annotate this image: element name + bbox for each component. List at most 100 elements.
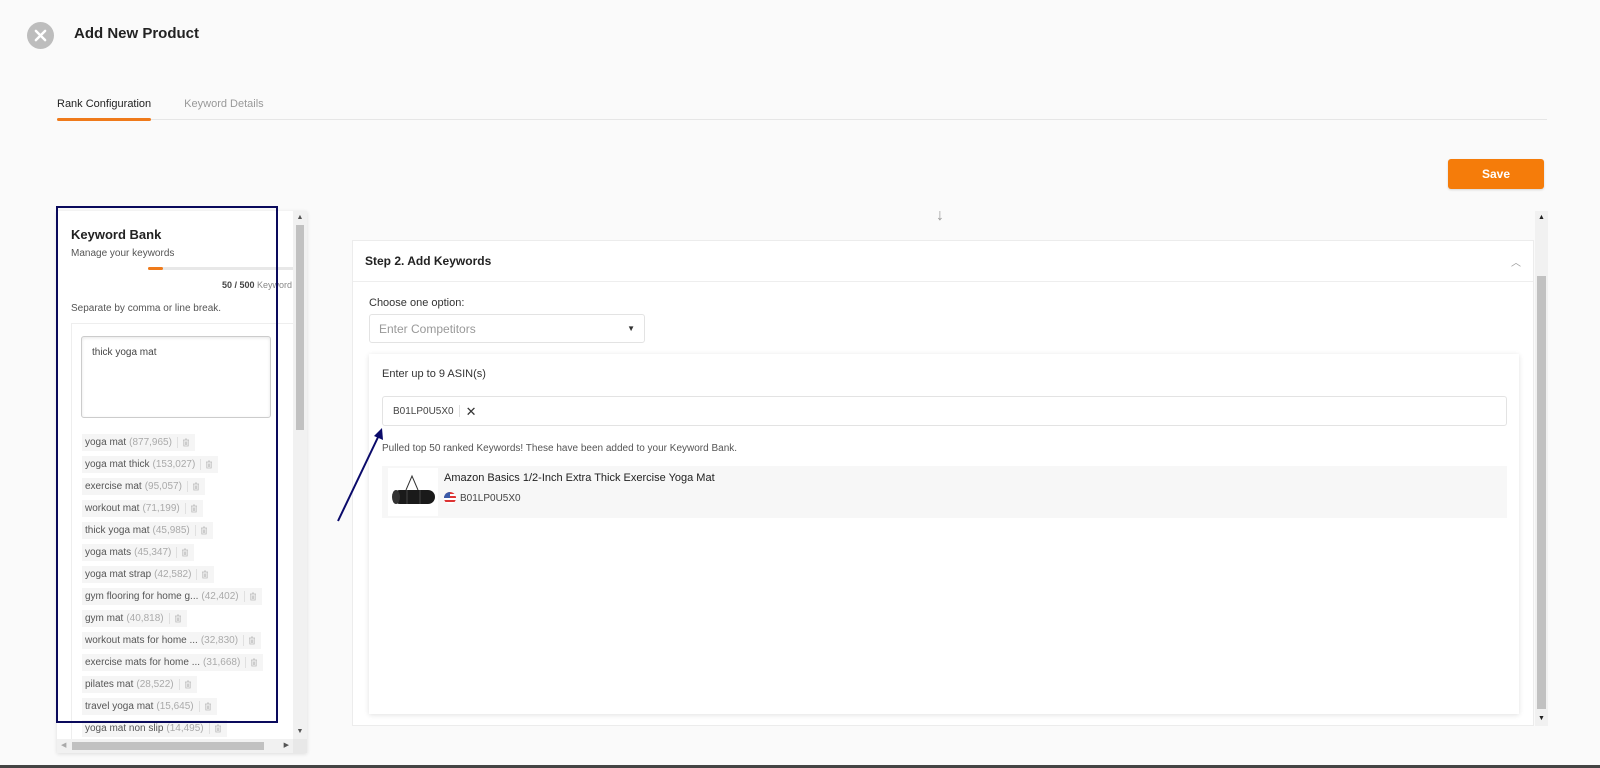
- keyword-bank-vertical-scrollbar[interactable]: ▲ ▼: [293, 211, 307, 739]
- scroll-down-arrow-icon[interactable]: ▼: [296, 728, 304, 736]
- keyword-volume: (15,645): [156, 701, 194, 712]
- delete-keyword-button[interactable]: [194, 525, 208, 536]
- keyword-name: yoga mat thick: [85, 459, 150, 470]
- choose-option-label: Choose one option:: [369, 297, 465, 309]
- keyword-row: yoga mats (45,347): [82, 542, 293, 564]
- keyword-chip[interactable]: workout mat (71,199): [82, 500, 203, 517]
- delete-keyword-button[interactable]: [176, 547, 189, 558]
- keyword-chip[interactable]: pilates mat (28,522): [82, 676, 197, 693]
- keyword-volume: (31,668): [203, 657, 241, 668]
- keyword-chip[interactable]: travel yoga mat (15,645): [82, 698, 217, 715]
- keyword-volume: (877,965): [129, 437, 172, 448]
- keyword-volume: (40,818): [126, 613, 164, 624]
- caret-down-icon: ▼: [627, 324, 635, 333]
- option-select[interactable]: Enter Competitors ▼: [369, 314, 645, 343]
- tab-bar: Rank Configuration Keyword Details: [57, 92, 1547, 121]
- keyword-chip[interactable]: gym flooring for home g... (42,402): [82, 588, 262, 605]
- keyword-row: travel yoga mat (15,645): [82, 696, 293, 718]
- keyword-name: yoga mats: [85, 547, 132, 558]
- delete-keyword-button[interactable]: [196, 569, 209, 580]
- keyword-chip[interactable]: workout mats for home ... (32,830): [82, 632, 262, 649]
- scrollbar-thumb[interactable]: [296, 225, 304, 430]
- delete-keyword-button[interactable]: [186, 481, 200, 492]
- tab-rank-configuration[interactable]: Rank Configuration: [57, 92, 152, 121]
- asin-panel: Enter up to 9 ASIN(s) B01LP0U5X0 ✕ Pulle…: [369, 354, 1519, 714]
- asin-tag-divider: [458, 405, 460, 417]
- delete-keyword-button[interactable]: [245, 657, 258, 668]
- trash-icon: [174, 614, 181, 623]
- close-icon: [34, 29, 47, 42]
- keyword-count-value: 50 / 500: [222, 280, 255, 290]
- delete-keyword-button[interactable]: [178, 679, 192, 690]
- keyword-textarea[interactable]: thick yoga mat: [81, 336, 271, 418]
- keyword-chip[interactable]: gym mat (40,818): [82, 610, 187, 627]
- remove-tag-icon[interactable]: ✕: [466, 405, 477, 418]
- delete-keyword-button[interactable]: [200, 459, 213, 470]
- delete-keyword-button[interactable]: [243, 591, 257, 602]
- keyword-name: workout mat: [85, 503, 140, 514]
- delete-keyword-button[interactable]: [198, 701, 212, 712]
- scroll-left-arrow-icon[interactable]: ◀: [61, 742, 66, 750]
- keyword-chip[interactable]: yoga mat non slip (14,495): [82, 720, 227, 737]
- keyword-name: pilates mat: [85, 679, 134, 690]
- scroll-down-arrow-icon[interactable]: ▼: [1537, 715, 1546, 723]
- delete-keyword-button[interactable]: [208, 723, 222, 734]
- keyword-chip[interactable]: yoga mat thick (153,027): [82, 456, 219, 473]
- keyword-name: thick yoga mat: [85, 525, 150, 536]
- trash-icon: [202, 570, 209, 579]
- keyword-row: pilates mat (28,522): [82, 674, 293, 696]
- keyword-row: thick yoga mat (45,985): [82, 520, 293, 542]
- keyword-chip[interactable]: exercise mat (95,057): [82, 478, 205, 495]
- scroll-up-arrow-icon[interactable]: ▲: [1537, 214, 1546, 222]
- tab-keyword-details[interactable]: Keyword Details: [184, 92, 263, 120]
- keyword-list: yoga mat (877,965) yoga mat thick (153,027)…: [82, 432, 293, 739]
- keyword-volume: (45,347): [134, 547, 172, 558]
- keyword-row: yoga mat (877,965): [82, 432, 293, 454]
- keyword-count-unit: Keyword: [257, 280, 293, 290]
- delete-keyword-button[interactable]: [168, 613, 182, 624]
- keyword-volume: (14,495): [166, 723, 204, 734]
- keyword-volume: (71,199): [142, 503, 180, 514]
- trash-icon: [200, 526, 207, 535]
- product-meta: B01LP0U5X0: [444, 492, 715, 504]
- save-button[interactable]: Save: [1448, 159, 1544, 189]
- keyword-bank-horizontal-scrollbar[interactable]: ◀ ▶: [57, 739, 293, 753]
- keyword-chip[interactable]: yoga mats (45,347): [82, 544, 195, 561]
- option-select-value: Enter Competitors: [379, 321, 476, 336]
- keyword-usage-progress: [148, 267, 293, 270]
- arrow-down-icon: ↓: [936, 207, 944, 224]
- step-2-header[interactable]: Step 2. Add Keywords ︿: [353, 241, 1533, 282]
- trash-icon: [206, 460, 213, 469]
- keyword-chip[interactable]: yoga mat (877,965): [82, 434, 195, 451]
- delete-keyword-button[interactable]: [243, 635, 256, 646]
- product-info: Amazon Basics 1/2-Inch Extra Thick Exerc…: [444, 466, 715, 504]
- keyword-row: exercise mats for home ... (31,668): [82, 652, 293, 674]
- trash-icon: [251, 658, 258, 667]
- us-flag-icon: [444, 492, 456, 504]
- product-name: Amazon Basics 1/2-Inch Extra Thick Exerc…: [444, 472, 715, 484]
- trash-icon: [182, 438, 189, 447]
- keyword-volume: (45,985): [152, 525, 190, 536]
- keyword-chip[interactable]: yoga mat strap (42,582): [82, 566, 215, 583]
- scrollbar-thumb[interactable]: [1537, 276, 1546, 709]
- scroll-up-arrow-icon[interactable]: ▲: [296, 214, 304, 222]
- asin-input[interactable]: B01LP0U5X0 ✕: [382, 396, 1507, 426]
- keyword-volume: (42,402): [201, 591, 239, 602]
- asin-tag: B01LP0U5X0 ✕: [393, 405, 477, 418]
- scroll-right-arrow-icon[interactable]: ▶: [284, 742, 289, 750]
- main-vertical-scrollbar[interactable]: ▲ ▼: [1535, 211, 1548, 726]
- keyword-volume: (153,027): [152, 459, 196, 470]
- close-button[interactable]: [27, 22, 54, 49]
- keyword-name: exercise mat: [85, 481, 142, 492]
- product-image: [388, 468, 438, 516]
- delete-keyword-button[interactable]: [176, 437, 190, 448]
- keyword-chip[interactable]: thick yoga mat (45,985): [82, 522, 213, 539]
- keyword-chip[interactable]: exercise mats for home ... (31,668): [82, 654, 264, 671]
- keyword-usage-progress-fill: [148, 267, 163, 270]
- product-row: Amazon Basics 1/2-Inch Extra Thick Exerc…: [382, 466, 1507, 518]
- keyword-bank-panel: Keyword Bank Manage your keywords 50 / 5…: [57, 211, 307, 753]
- delete-keyword-button[interactable]: [184, 503, 198, 514]
- chevron-up-icon[interactable]: ︿: [1511, 254, 1521, 269]
- scrollbar-thumb[interactable]: [72, 742, 264, 750]
- keyword-name: gym mat: [85, 613, 124, 624]
